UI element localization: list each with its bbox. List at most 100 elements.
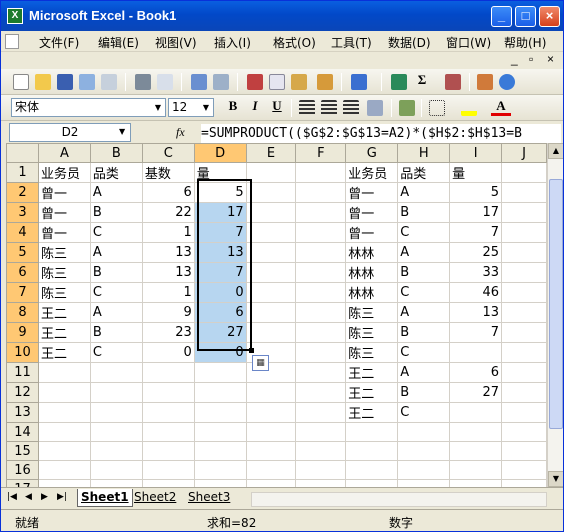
cell[interactable]: 13 — [141, 262, 195, 283]
cell[interactable]: A — [397, 362, 451, 383]
cell[interactable] — [397, 441, 451, 461]
row-header[interactable]: 6 — [6, 262, 39, 283]
cell[interactable]: C — [89, 342, 143, 363]
menu-data[interactable]: 数据(D) — [388, 34, 431, 51]
autosum-icon[interactable]: Σ — [412, 72, 432, 92]
cell[interactable] — [397, 460, 451, 480]
cell[interactable] — [501, 382, 547, 403]
cell[interactable] — [89, 422, 143, 442]
cell[interactable]: C — [89, 222, 143, 243]
cell[interactable] — [295, 382, 347, 403]
align-right-icon[interactable] — [343, 100, 359, 116]
cell[interactable] — [449, 479, 503, 487]
cell[interactable]: 陈三 — [37, 282, 91, 303]
email-icon[interactable] — [101, 74, 117, 90]
cell[interactable]: 0 — [193, 342, 247, 363]
tab-sheet3[interactable]: Sheet3 — [185, 489, 233, 507]
cell[interactable] — [501, 302, 547, 323]
align-center-icon[interactable] — [321, 100, 337, 116]
font-name-select[interactable]: 宋体 ▼ — [11, 98, 166, 117]
row-header[interactable]: 14 — [6, 422, 39, 442]
font-size-select[interactable]: 12 ▼ — [168, 98, 214, 117]
select-all-corner[interactable] — [6, 143, 39, 163]
permission-icon[interactable] — [79, 74, 95, 90]
menu-file[interactable]: 文件(F) — [39, 34, 79, 51]
cell[interactable]: A — [397, 302, 451, 323]
prev-sheet-icon[interactable]: ◀ — [25, 492, 32, 502]
cell[interactable]: A — [397, 182, 451, 203]
tab-sheet1[interactable]: Sheet1 — [77, 489, 133, 507]
cell[interactable]: 王二 — [37, 302, 91, 323]
cell[interactable] — [89, 402, 143, 423]
cell[interactable] — [141, 402, 195, 423]
row-header[interactable]: 8 — [6, 302, 39, 323]
paste-icon[interactable] — [291, 74, 307, 90]
row-header[interactable]: 9 — [6, 322, 39, 343]
cell[interactable] — [193, 382, 247, 403]
cell[interactable] — [37, 402, 91, 423]
cell[interactable]: 6 — [449, 362, 503, 383]
cut-icon[interactable] — [247, 74, 263, 90]
column-header[interactable]: E — [245, 143, 297, 163]
cell[interactable] — [89, 382, 143, 403]
cell[interactable]: 基数 — [141, 162, 195, 183]
cell[interactable] — [295, 362, 347, 383]
cell[interactable]: C — [397, 282, 451, 303]
cell[interactable]: 王二 — [37, 322, 91, 343]
open-icon[interactable] — [35, 74, 51, 90]
workbook-icon[interactable] — [5, 34, 19, 49]
cell[interactable]: 曾一 — [345, 182, 399, 203]
cell[interactable] — [501, 422, 547, 442]
cell[interactable] — [141, 479, 195, 487]
cell[interactable] — [501, 362, 547, 383]
cell[interactable]: 7 — [193, 222, 247, 243]
research-icon[interactable] — [213, 74, 229, 90]
spelling-icon[interactable] — [191, 74, 207, 90]
row-header[interactable]: 17 — [6, 479, 39, 487]
cell[interactable] — [295, 479, 347, 487]
cell[interactable] — [501, 460, 547, 480]
cell[interactable]: 22 — [141, 202, 195, 223]
first-sheet-icon[interactable]: |◀ — [7, 492, 17, 502]
cell[interactable] — [193, 460, 247, 480]
cell[interactable] — [295, 202, 347, 223]
column-header[interactable]: I — [449, 143, 503, 163]
cell[interactable] — [449, 402, 503, 423]
hyperlink-icon[interactable] — [391, 74, 407, 90]
cell[interactable] — [501, 441, 547, 461]
cell[interactable]: 陈三 — [345, 302, 399, 323]
cell[interactable] — [245, 162, 297, 183]
cell[interactable]: 林林 — [345, 262, 399, 283]
cell[interactable]: 33 — [449, 262, 503, 283]
cell[interactable]: B — [397, 202, 451, 223]
fill-handle[interactable] — [249, 348, 254, 353]
cell[interactable] — [141, 441, 195, 461]
cell[interactable]: 陈三 — [37, 262, 91, 283]
cell[interactable]: 曾一 — [37, 182, 91, 203]
mdi-minimize-icon[interactable]: _ — [511, 52, 518, 66]
cell[interactable]: 量 — [193, 162, 247, 183]
cell[interactable] — [245, 479, 297, 487]
cell[interactable]: 9 — [141, 302, 195, 323]
cell[interactable]: 0 — [141, 342, 195, 363]
name-box[interactable]: D2 — [9, 123, 131, 142]
fill-color-icon[interactable] — [461, 100, 477, 116]
cell[interactable] — [245, 302, 297, 323]
cell[interactable]: 陈三 — [345, 342, 399, 363]
cell[interactable]: 17 — [193, 202, 247, 223]
cell[interactable] — [37, 362, 91, 383]
cell[interactable] — [245, 382, 297, 403]
increase-decimal-icon[interactable] — [399, 100, 415, 116]
cell[interactable]: 6 — [141, 182, 195, 203]
cell[interactable] — [245, 322, 297, 343]
maximize-button[interactable]: □ — [515, 6, 536, 27]
next-sheet-icon[interactable]: ▶ — [41, 492, 48, 502]
cell[interactable] — [295, 222, 347, 243]
cell[interactable]: 陈三 — [37, 242, 91, 263]
cell[interactable]: 13 — [141, 242, 195, 263]
scroll-up-icon[interactable]: ▲ — [548, 143, 563, 159]
cell[interactable]: C — [397, 402, 451, 423]
cell[interactable]: 27 — [193, 322, 247, 343]
cell[interactable]: B — [397, 382, 451, 403]
cell[interactable] — [295, 262, 347, 283]
